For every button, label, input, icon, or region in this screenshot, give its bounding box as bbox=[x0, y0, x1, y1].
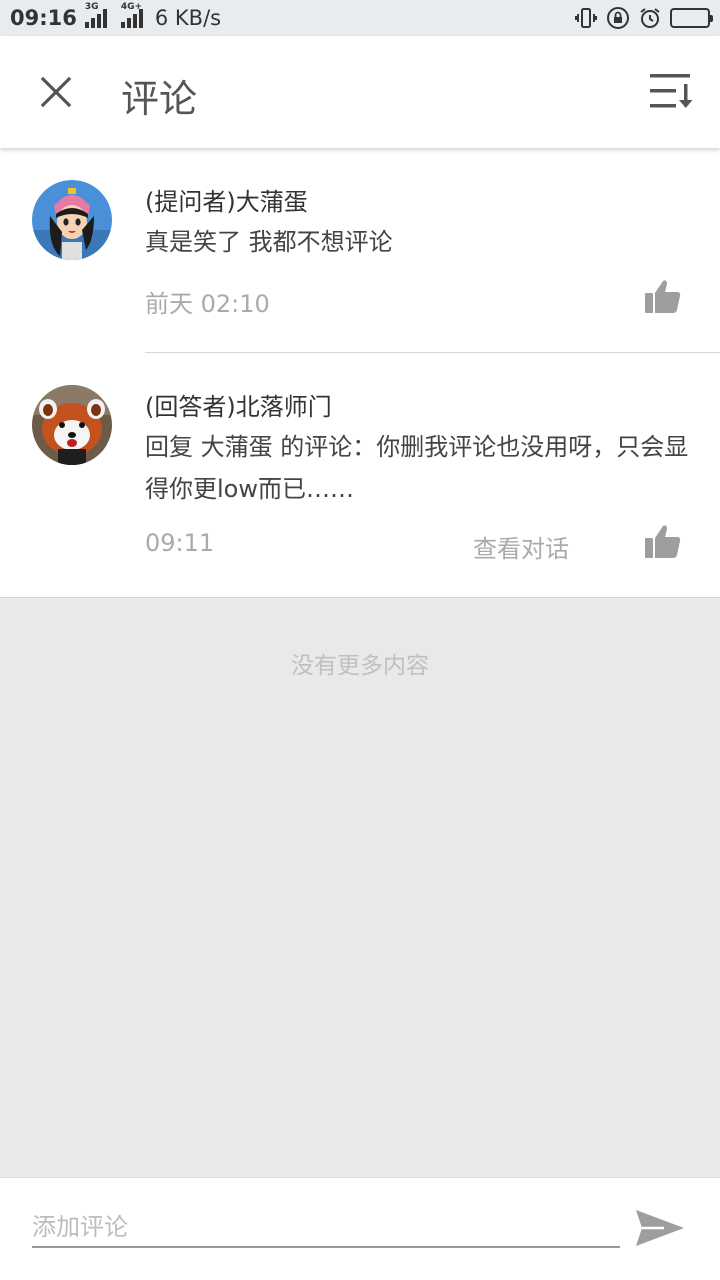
thumbs-up-icon bbox=[645, 525, 681, 558]
avatar-anime-girl-image bbox=[32, 180, 112, 260]
view-dialog-link[interactable]: 查看对话 bbox=[473, 529, 569, 564]
vibrate-icon bbox=[575, 8, 597, 28]
comment-item: (提问者)大蒲蛋 真是笑了 我都不想评论 前天 02:10 bbox=[0, 148, 720, 352]
comment-input[interactable] bbox=[32, 1208, 620, 1248]
sort-button[interactable] bbox=[646, 68, 698, 116]
send-button[interactable] bbox=[634, 1206, 686, 1250]
signal-tag: 3G bbox=[84, 2, 99, 12]
page-title: 评论 bbox=[121, 77, 198, 121]
like-button[interactable] bbox=[644, 524, 682, 560]
close-button[interactable] bbox=[30, 66, 82, 118]
battery-icon bbox=[670, 8, 713, 28]
status-left: 09:16 3G 4G+ 6 KB/s bbox=[10, 2, 222, 30]
network-speed: 6 KB/s bbox=[154, 6, 222, 30]
comment-author[interactable]: (回答者)北落师门 bbox=[145, 387, 332, 422]
sort-icon bbox=[650, 74, 693, 108]
close-icon bbox=[40, 76, 72, 108]
comment-item: (回答者)北落师门 回复 大蒲蛋 的评论：你删我评论也没用呀，只会显得你更low… bbox=[0, 353, 720, 598]
comment-content: 真是笑了 我都不想评论 bbox=[145, 228, 393, 256]
no-more-content-label: 没有更多内容 bbox=[291, 653, 429, 679]
signal-tag: 4G+ bbox=[120, 2, 143, 12]
avatar[interactable] bbox=[32, 385, 112, 465]
app-bar: 评论 bbox=[0, 36, 720, 148]
comment-content: 回复 大蒲蛋 的评论：你删我评论也没用呀，只会显得你更low而已…… bbox=[145, 433, 689, 503]
send-icon bbox=[636, 1210, 684, 1246]
avatar[interactable] bbox=[32, 180, 112, 260]
comment-input-bar bbox=[0, 1177, 720, 1280]
signal-icon-4g: 4G+ bbox=[120, 2, 143, 28]
lock-rotation-icon bbox=[607, 7, 629, 29]
comment-time: 09:11 bbox=[145, 529, 215, 557]
like-button[interactable] bbox=[644, 279, 682, 315]
comment-author[interactable]: (提问者)大蒲蛋 bbox=[145, 182, 308, 217]
status-time: 09:16 bbox=[10, 6, 77, 30]
alarm-icon bbox=[640, 8, 660, 28]
thumbs-up-icon bbox=[645, 280, 681, 313]
status-bar: 09:16 3G 4G+ 6 KB/s bbox=[0, 0, 720, 36]
avatar-red-panda-image bbox=[32, 385, 112, 465]
comment-time: 前天 02:10 bbox=[145, 290, 270, 318]
status-right bbox=[574, 6, 713, 30]
comment-list: (提问者)大蒲蛋 真是笑了 我都不想评论 前天 02:10 (回答者)北落师门 … bbox=[0, 148, 720, 598]
signal-icon-3g: 3G bbox=[84, 2, 107, 28]
